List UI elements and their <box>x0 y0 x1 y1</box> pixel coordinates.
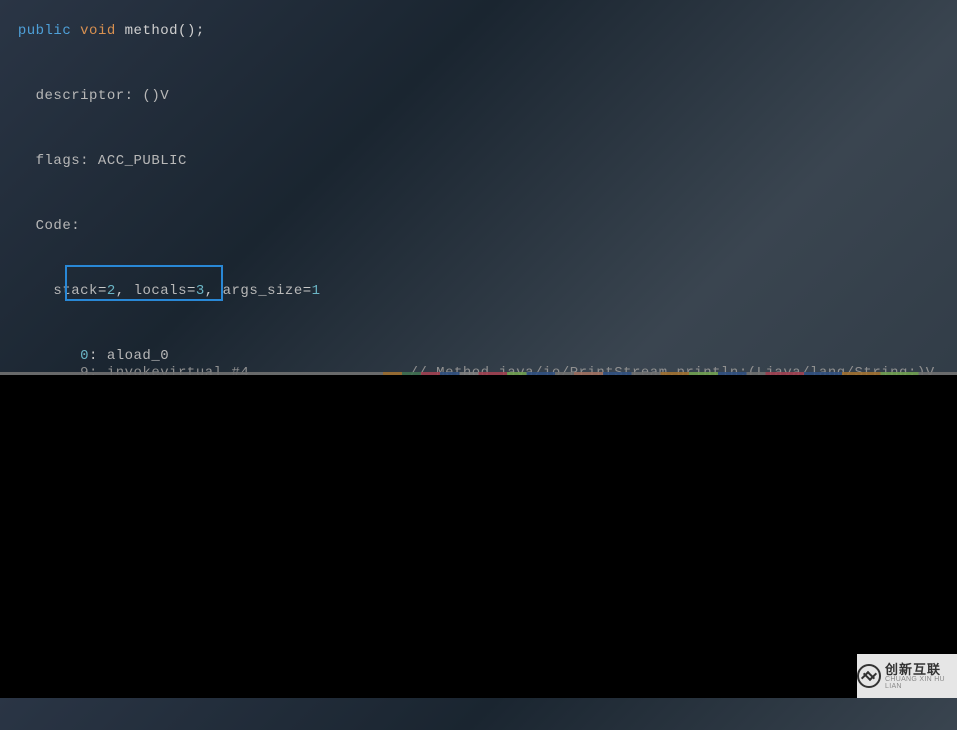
watermark-en: CHUANG XIN HU LIAN <box>885 676 957 690</box>
stack-val: 2 <box>107 283 116 299</box>
op-aload: aload_0 <box>107 348 169 364</box>
keyword-public: public <box>18 23 71 39</box>
watermark-logo-icon <box>857 664 881 688</box>
descriptor-line: descriptor: ()V <box>36 88 170 104</box>
watermark-cn: 创新互联 <box>885 663 957 676</box>
indent <box>0 88 36 104</box>
keyword-void: void <box>80 23 116 39</box>
black-region <box>0 375 957 698</box>
args-val: 1 <box>312 283 321 299</box>
indent <box>0 218 36 234</box>
indent <box>0 283 53 299</box>
method-signature: method(); <box>116 23 205 39</box>
flags-line: flags: ACC_PUBLIC <box>36 153 187 169</box>
indent <box>0 23 18 39</box>
watermark-text: 创新互联 CHUANG XIN HU LIAN <box>885 663 957 690</box>
args-kw: args_size <box>223 283 303 299</box>
stack-kw: stack <box>53 283 98 299</box>
code-label: Code: <box>36 218 81 234</box>
locals-val: 3 <box>196 283 205 299</box>
pc-0: 0 <box>0 348 89 364</box>
indent <box>0 153 36 169</box>
watermark-badge: 创新互联 CHUANG XIN HU LIAN <box>857 654 957 698</box>
locals-kw: locals <box>134 283 187 299</box>
